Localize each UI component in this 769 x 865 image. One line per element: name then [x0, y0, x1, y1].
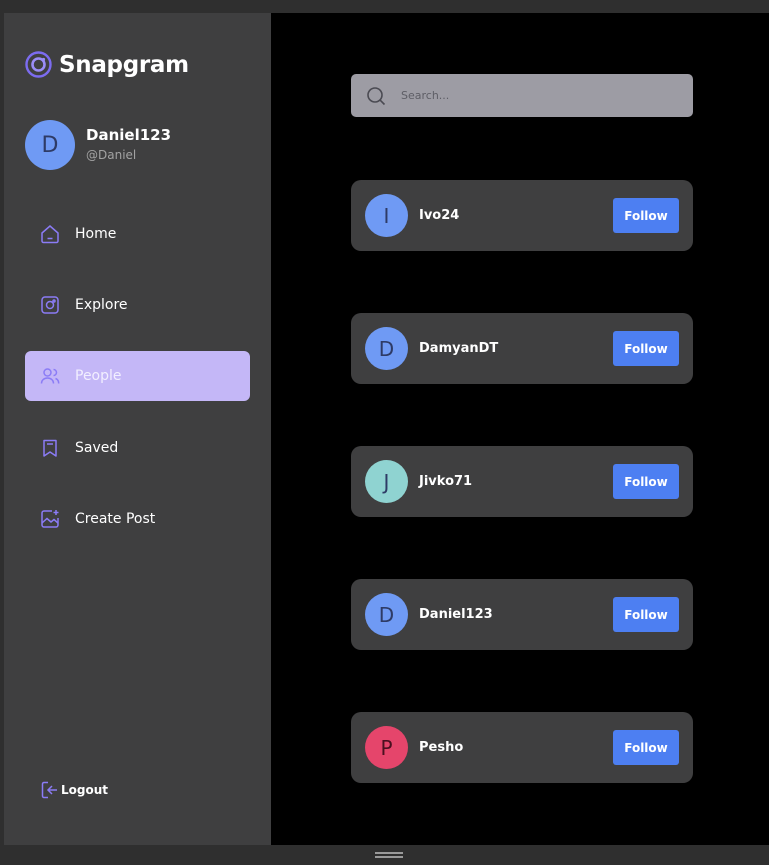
sidebar-item-saved[interactable]: Saved — [25, 423, 250, 473]
profile-handle: @Daniel — [86, 148, 137, 162]
person-card: P Pesho Follow — [351, 712, 693, 783]
resize-handle-icon[interactable] — [375, 852, 403, 858]
person-name[interactable]: DamyanDT — [419, 341, 613, 356]
person-card: J Jivko71 Follow — [351, 446, 693, 517]
avatar-initial: D — [41, 132, 59, 158]
profile-name: Daniel123 — [86, 126, 172, 144]
sidebar-item-label: Explore — [75, 297, 128, 313]
avatar-initial: D — [378, 602, 395, 627]
sidebar-item-people[interactable]: People — [25, 351, 250, 401]
home-icon — [41, 225, 59, 244]
logout-label: Logout — [61, 783, 109, 797]
image-add-icon — [41, 510, 59, 528]
avatar-initial: J — [383, 469, 390, 494]
person-name[interactable]: Pesho — [419, 740, 613, 755]
bookmark-icon — [43, 439, 57, 457]
follow-button[interactable]: Follow — [613, 464, 679, 499]
person-name[interactable]: Jivko71 — [419, 474, 613, 489]
avatar-initial: D — [378, 336, 395, 361]
follow-button[interactable]: Follow — [613, 597, 679, 632]
avatar[interactable]: I — [365, 194, 408, 237]
avatar[interactable]: P — [365, 726, 408, 769]
profile-info: Daniel123 @Daniel — [86, 125, 171, 165]
sidebar-item-home[interactable]: Home — [25, 209, 250, 259]
search-icon — [367, 86, 386, 105]
avatar[interactable]: D — [25, 120, 75, 170]
sidebar-item-create-post[interactable]: Create Post — [25, 494, 250, 544]
app-name: Snapgram — [59, 51, 189, 78]
sidebar-item-label: Saved — [75, 440, 119, 456]
app-logo[interactable]: Snapgram — [25, 51, 189, 78]
sidebar-item-explore[interactable]: Explore — [25, 280, 250, 330]
person-card: I Ivo24 Follow — [351, 180, 693, 251]
person-card: D Daniel123 Follow — [351, 579, 693, 650]
avatar[interactable]: D — [365, 593, 408, 636]
follow-button[interactable]: Follow — [613, 331, 679, 366]
logout-button[interactable]: Logout — [40, 780, 108, 800]
avatar[interactable]: D — [365, 327, 408, 370]
window-top-bar — [0, 0, 769, 13]
person-name[interactable]: Ivo24 — [419, 208, 613, 223]
follow-button[interactable]: Follow — [613, 730, 679, 765]
search-input[interactable] — [401, 80, 681, 111]
people-icon — [40, 368, 60, 384]
profile-summary[interactable]: D Daniel123 @Daniel — [25, 120, 171, 170]
avatar[interactable]: J — [365, 460, 408, 503]
explore-icon — [41, 296, 59, 314]
sidebar-item-label: Create Post — [75, 511, 156, 527]
avatar-initial: P — [380, 735, 393, 760]
snapgram-logo-icon — [25, 51, 52, 78]
person-card: D DamyanDT Follow — [351, 313, 693, 384]
avatar-initial: I — [383, 203, 390, 228]
search-bar[interactable] — [351, 74, 693, 117]
person-name[interactable]: Daniel123 — [419, 607, 613, 622]
sidebar-item-label: People — [75, 368, 122, 384]
follow-button[interactable]: Follow — [613, 198, 679, 233]
logout-icon — [41, 781, 57, 799]
sidebar-item-label: Home — [75, 226, 117, 242]
